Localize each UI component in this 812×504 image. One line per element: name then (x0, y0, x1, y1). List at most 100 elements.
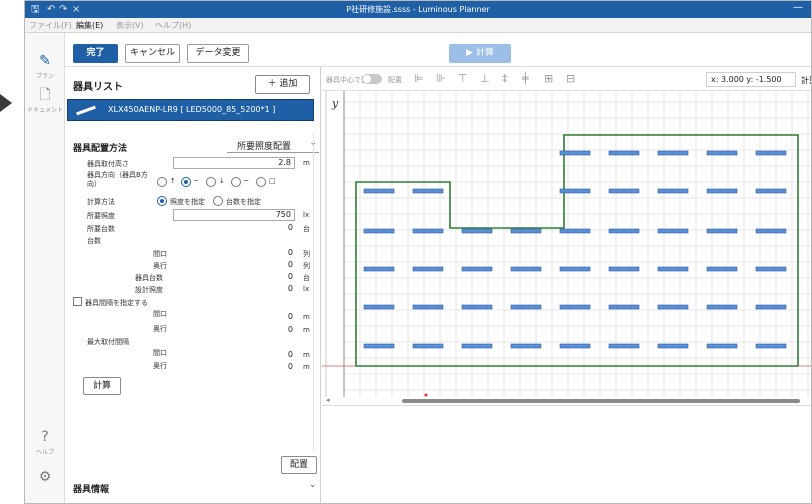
fixture-mark[interactable] (608, 150, 640, 156)
cancel-button[interactable]: キャンセル (125, 44, 180, 63)
panel-scrollbar[interactable] (313, 133, 319, 451)
fixture-mark[interactable] (412, 343, 444, 349)
max-depth-unit: m (303, 363, 310, 371)
fixture-mark[interactable] (706, 343, 738, 349)
scroll-left-icon[interactable]: ◂ (326, 396, 330, 404)
fixture-mark[interactable] (608, 228, 640, 234)
fixture-mark[interactable] (461, 304, 493, 310)
fixture-mark[interactable] (657, 304, 689, 310)
fixture-mark[interactable] (363, 343, 395, 349)
calc-button[interactable]: 計算 (83, 377, 121, 395)
direction-horizontal2-radio[interactable] (231, 177, 241, 187)
align-right-icon[interactable]: ⊪ (436, 72, 446, 85)
fixture-mark[interactable] (461, 266, 493, 272)
fixture-mark[interactable] (755, 150, 787, 156)
mount-height-input[interactable]: 2.8 (173, 157, 295, 169)
direction-horizontal2-label: ─ (244, 177, 249, 185)
fixture-mark[interactable] (363, 266, 395, 272)
fixture-mark[interactable] (706, 188, 738, 194)
fixture-mark[interactable] (706, 150, 738, 156)
chevron-down-icon[interactable]: ⌄ (309, 480, 317, 490)
fixture-mark[interactable] (706, 304, 738, 310)
align-left-icon[interactable]: ⊫ (414, 72, 424, 85)
menu-help[interactable]: ヘルプ(H) (155, 20, 191, 31)
spacing-checkbox[interactable] (73, 297, 82, 306)
canvas-svg[interactable]: y (322, 91, 812, 397)
layout-canvas[interactable]: y (322, 91, 812, 403)
fixture-mark[interactable] (755, 343, 787, 349)
fixture-mark[interactable] (412, 266, 444, 272)
align-vcenter-icon[interactable]: ‡ (502, 72, 508, 85)
minimize-button[interactable]: — (793, 2, 803, 13)
fixture-mark[interactable] (363, 188, 395, 194)
calc-by-lux-radio[interactable] (157, 196, 167, 206)
direction-horizontal-radio[interactable] (181, 177, 191, 187)
fixtures-layer (363, 150, 787, 349)
fixture-mark[interactable] (755, 266, 787, 272)
fixture-mark[interactable] (706, 266, 738, 272)
align-hcenter-icon[interactable]: ╪ (522, 72, 529, 85)
scrollbar-thumb[interactable] (402, 399, 800, 403)
fixture-mark[interactable] (559, 304, 591, 310)
rail-help[interactable]: ? ヘルプ (25, 429, 65, 456)
align-top-icon[interactable]: ⊤ (458, 72, 468, 85)
menu-view[interactable]: 表示(V) (116, 20, 144, 31)
fixture-mark[interactable] (412, 188, 444, 194)
spacing-frontage-label: 間口 (153, 310, 167, 318)
fixture-mark[interactable] (559, 266, 591, 272)
bottom-area (322, 405, 811, 503)
direction-square-radio[interactable] (256, 177, 266, 187)
canvas-horizontal-scrollbar[interactable]: ◂ (322, 396, 811, 405)
fixture-mark[interactable] (510, 228, 542, 234)
fixture-mark[interactable] (608, 304, 640, 310)
place-button[interactable]: 配置 (281, 456, 317, 474)
menu-file[interactable]: ファイル(F) (29, 20, 72, 31)
menu-edit[interactable]: 編集(E) (76, 20, 103, 31)
fixture-mark[interactable] (755, 228, 787, 234)
fixture-mark[interactable] (706, 228, 738, 234)
rail-settings[interactable]: ⚙ (25, 469, 65, 485)
rail-document[interactable]: 🗋 ドキュメント (25, 87, 65, 114)
fixture-mark[interactable] (363, 304, 395, 310)
fixture-mark[interactable] (755, 304, 787, 310)
fixture-mark[interactable] (559, 188, 591, 194)
fixture-mark[interactable] (559, 150, 591, 156)
fixture-mark[interactable] (608, 343, 640, 349)
fixture-mark[interactable] (510, 304, 542, 310)
fixture-mark[interactable] (657, 266, 689, 272)
mount-height-value: 2.8 (278, 158, 291, 167)
fixture-mark[interactable] (559, 228, 591, 234)
fixture-mark[interactable] (461, 343, 493, 349)
fixture-mark[interactable] (461, 228, 493, 234)
fixture-mark[interactable] (657, 150, 689, 156)
align-center-toggle[interactable] (362, 74, 382, 84)
fixture-mark[interactable] (657, 343, 689, 349)
fixture-mark[interactable] (657, 228, 689, 234)
calc-area-label[interactable]: 計算範囲 (801, 75, 811, 86)
rail-plan[interactable]: ✎ プラン (25, 53, 65, 80)
distribute-h-icon[interactable]: ⊟ (566, 72, 575, 85)
direction-down-radio[interactable] (206, 177, 216, 187)
fixture-mark[interactable] (657, 188, 689, 194)
done-button[interactable]: 完了 (73, 44, 118, 63)
fixture-mark[interactable] (510, 266, 542, 272)
calculate-button[interactable]: ▶ 計算 (449, 44, 511, 63)
fixture-mark[interactable] (559, 343, 591, 349)
fixture-mark[interactable] (363, 228, 395, 234)
fixture-mark[interactable] (510, 343, 542, 349)
distribute-v-icon[interactable]: ⊞ (544, 72, 553, 85)
fixture-mark[interactable] (608, 188, 640, 194)
add-fixture-button[interactable]: ＋ 追加 (255, 75, 310, 94)
required-lux-input[interactable]: 750 (173, 209, 295, 221)
calc-by-count-radio[interactable] (213, 196, 223, 206)
align-bottom-icon[interactable]: ⊥ (480, 72, 490, 85)
fixture-mark[interactable] (608, 266, 640, 272)
fixture-mark[interactable] (412, 304, 444, 310)
fixture-count-value: 0 (287, 272, 293, 281)
direction-up-radio[interactable] (157, 177, 167, 187)
data-change-button[interactable]: データ変更 (187, 44, 249, 63)
placement-method-select[interactable]: 所要照度配置 ⌄ (227, 138, 319, 153)
fixture-mark[interactable] (412, 228, 444, 234)
fixture-list-item[interactable]: XLX450AENP-LR9 [ LED5000_85_5200*1 ] (67, 99, 314, 121)
fixture-mark[interactable] (755, 188, 787, 194)
